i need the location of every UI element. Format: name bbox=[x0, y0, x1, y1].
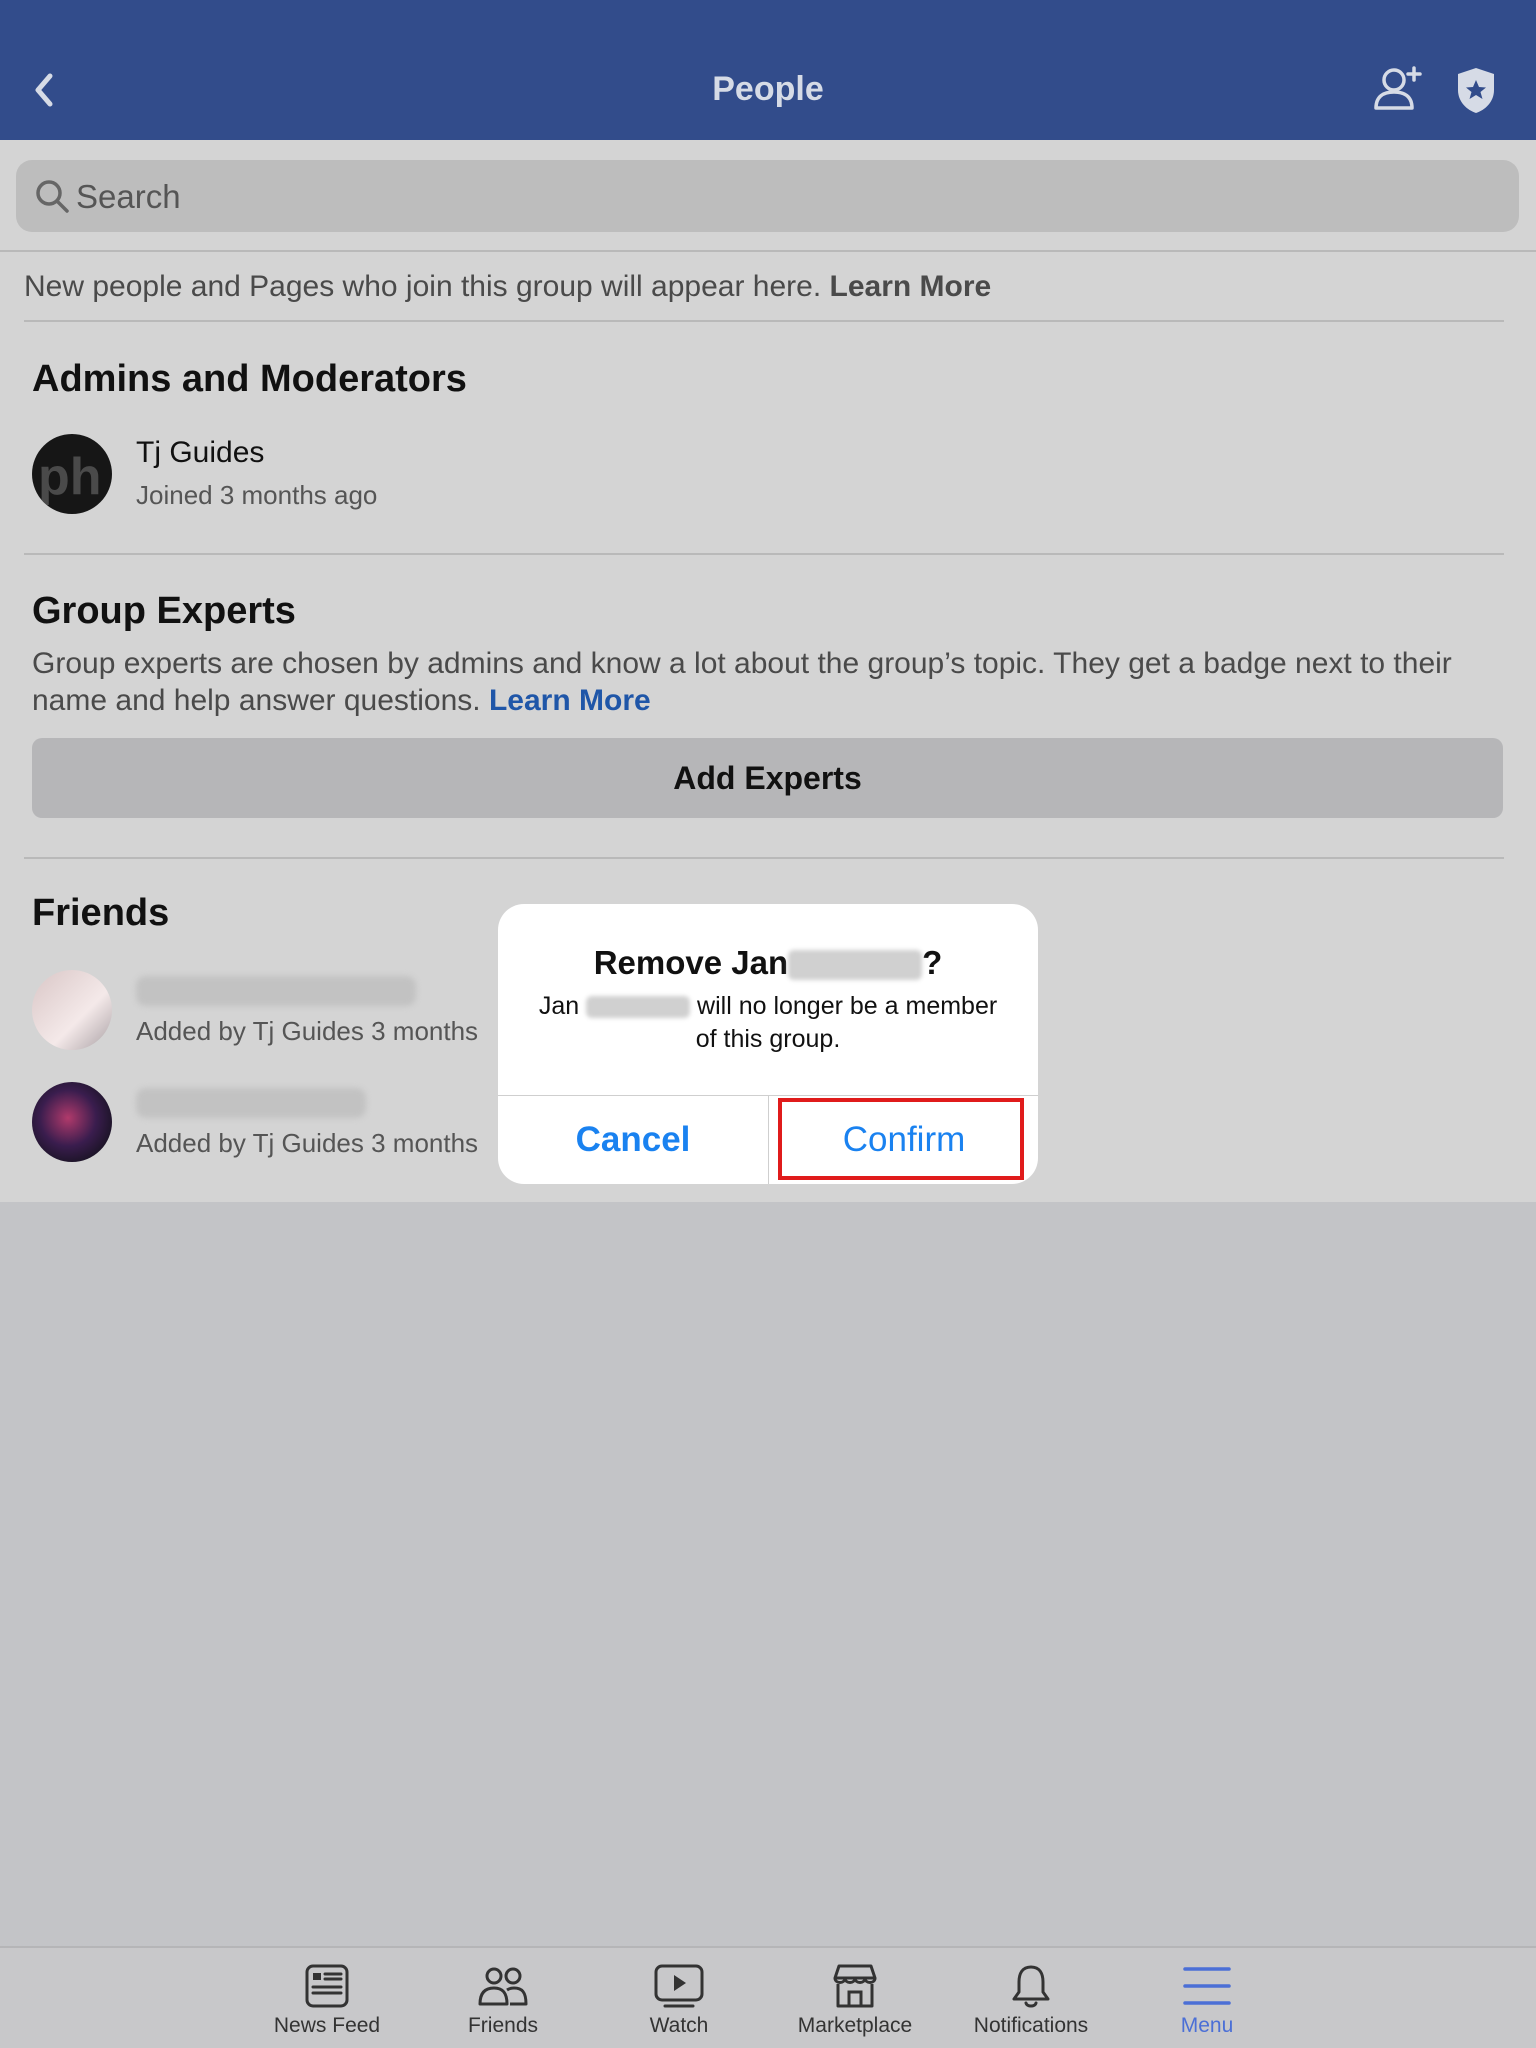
admin-joined: Joined 3 months ago bbox=[136, 480, 378, 510]
menu-icon bbox=[1183, 1967, 1231, 2005]
avatar[interactable] bbox=[32, 970, 112, 1050]
confirm-highlight-box bbox=[778, 1098, 1024, 1180]
tab-label: News Feed bbox=[273, 2014, 381, 2037]
dialog-title-prefix: Remove Jan bbox=[593, 944, 789, 981]
friend-added-by: Added by Tj Guides 3 months bbox=[136, 1016, 479, 1046]
tab-label: Watch bbox=[649, 2014, 709, 2037]
tab-notifications[interactable]: Notifications bbox=[946, 1962, 1116, 2048]
tab-menu[interactable]: Menu bbox=[1122, 1962, 1292, 2048]
redacted-name bbox=[136, 1088, 366, 1118]
divider bbox=[24, 857, 1504, 859]
page-logo-icon: ph bbox=[38, 448, 102, 506]
avatar[interactable] bbox=[32, 1082, 112, 1162]
tab-label: Menu bbox=[1180, 2014, 1234, 2037]
divider bbox=[0, 250, 1536, 252]
admin-tools-button[interactable] bbox=[1448, 62, 1504, 118]
experts-description-text: Group experts are chosen by admins and k… bbox=[32, 647, 1452, 717]
dialog-message-suffix: will no longer be a member of this group… bbox=[695, 992, 998, 1053]
tab-label: Notifications bbox=[973, 2014, 1089, 2037]
tab-label: Marketplace bbox=[797, 2014, 913, 2037]
friends-icon bbox=[478, 1967, 528, 2006]
avatar[interactable]: ph bbox=[32, 434, 112, 514]
invite-people-button[interactable] bbox=[1370, 62, 1426, 118]
redacted-name bbox=[136, 976, 416, 1006]
search-input[interactable]: Search bbox=[16, 160, 1519, 232]
join-info-text: New people and Pages who join this group… bbox=[24, 270, 822, 303]
experts-learn-more-link[interactable]: Learn More bbox=[489, 684, 651, 717]
remove-member-dialog: Remove Jan? Jan will no longer be a memb… bbox=[498, 904, 1038, 1184]
tab-watch[interactable]: Watch bbox=[594, 1962, 764, 2048]
cancel-button[interactable]: Cancel bbox=[498, 1096, 768, 1184]
experts-description: Group experts are chosen by admins and k… bbox=[32, 645, 1512, 719]
page-title: People bbox=[712, 70, 824, 108]
top-nav-bar: People bbox=[0, 0, 1536, 140]
divider bbox=[24, 553, 1504, 555]
watch-icon bbox=[654, 1964, 704, 2008]
redacted-name bbox=[586, 996, 691, 1019]
tab-news-feed[interactable]: News Feed bbox=[242, 1962, 412, 2048]
friends-section-title: Friends bbox=[32, 892, 170, 934]
marketplace-icon bbox=[833, 1964, 877, 2008]
dialog-title-suffix: ? bbox=[922, 944, 943, 981]
search-placeholder: Search bbox=[76, 178, 181, 215]
add-experts-button[interactable]: Add Experts bbox=[32, 738, 1503, 818]
experts-section-title: Group Experts bbox=[32, 590, 296, 632]
add-person-icon bbox=[1374, 66, 1422, 110]
tab-marketplace[interactable]: Marketplace bbox=[770, 1962, 940, 2048]
admins-section-title: Admins and Moderators bbox=[32, 358, 467, 400]
redacted-name bbox=[788, 950, 923, 981]
news-feed-icon bbox=[305, 1964, 349, 2008]
friend-added-by: Added by Tj Guides 3 months bbox=[136, 1128, 479, 1158]
divider bbox=[24, 320, 1504, 322]
admin-name[interactable]: Tj Guides bbox=[136, 436, 264, 470]
tab-label: Friends bbox=[467, 2014, 539, 2037]
dialog-message-prefix: Jan bbox=[538, 992, 580, 1020]
join-info: New people and Pages who join this group… bbox=[24, 270, 991, 304]
svg-text:ph: ph bbox=[38, 448, 102, 506]
search-icon bbox=[36, 180, 69, 213]
dialog-title: Remove Jan? bbox=[498, 944, 1038, 982]
learn-more-link[interactable]: Learn More bbox=[830, 270, 992, 303]
bottom-tab-bar: News Feed Friends Watch Marketplace Noti… bbox=[0, 1946, 1536, 2048]
bell-icon bbox=[1012, 1965, 1050, 2008]
shield-star-icon bbox=[1458, 68, 1494, 113]
tab-friends[interactable]: Friends bbox=[418, 1962, 588, 2048]
dialog-message: Jan will no longer be a member of this g… bbox=[528, 990, 1008, 1056]
